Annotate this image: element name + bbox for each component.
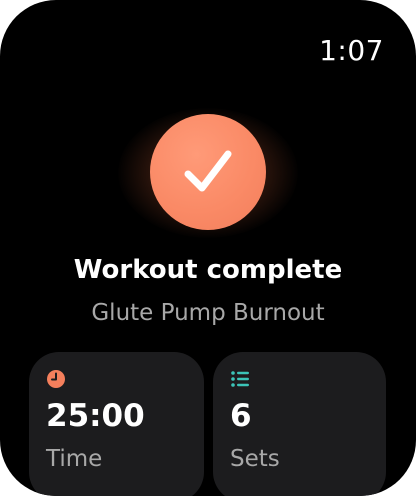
completion-title: Workout complete bbox=[73, 255, 343, 285]
stat-card-time[interactable]: 25:00 Time bbox=[29, 352, 204, 496]
stat-time-label: Time bbox=[46, 446, 103, 472]
stat-sets-label: Sets bbox=[230, 446, 280, 472]
status-time: 1:07 bbox=[319, 34, 384, 67]
workout-name: Glute Pump Burnout bbox=[91, 300, 325, 326]
watch-screen: 1:07 Workout complete Glute Pump Burnout… bbox=[0, 0, 416, 496]
clock-icon bbox=[47, 370, 65, 388]
stat-card-sets[interactable]: 6 Sets bbox=[213, 352, 386, 496]
stat-sets-value: 6 bbox=[230, 398, 252, 434]
completion-badge bbox=[150, 114, 266, 230]
checkmark-icon bbox=[184, 150, 232, 192]
stat-time-value: 25:00 bbox=[46, 398, 145, 434]
list-icon bbox=[231, 371, 249, 387]
